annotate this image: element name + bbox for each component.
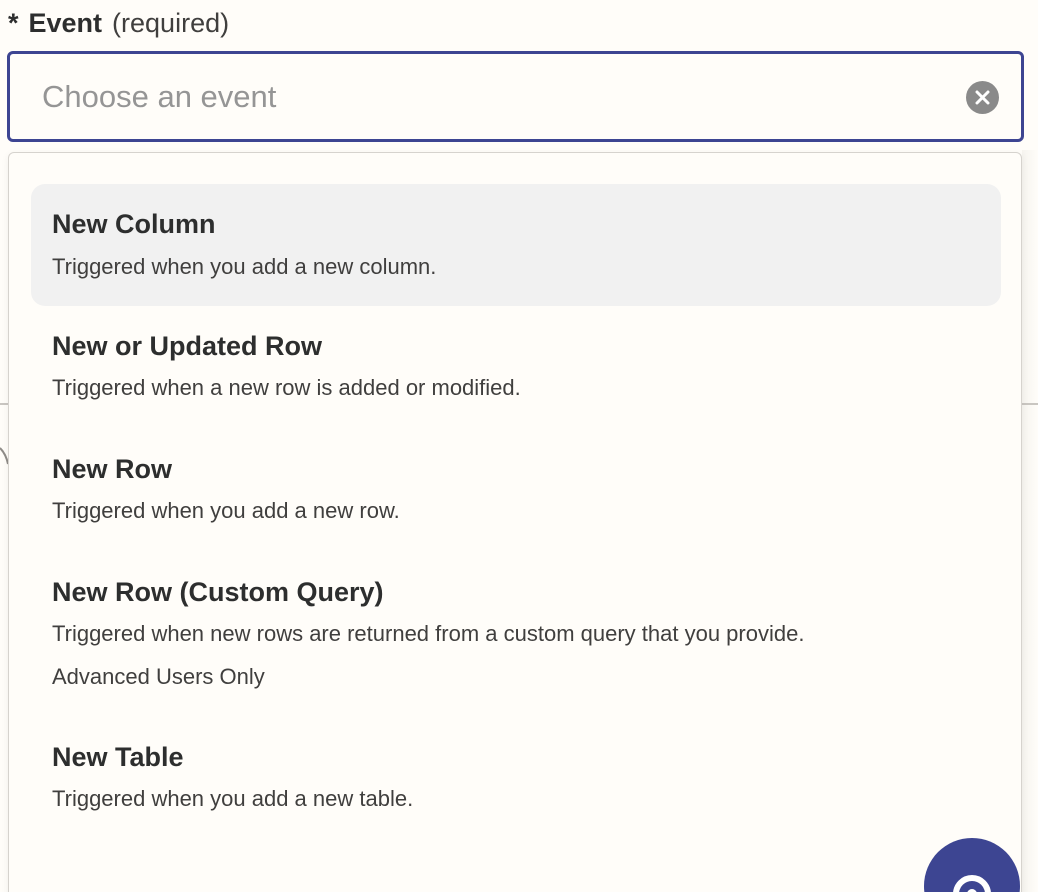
- event-options-dropdown: New Column Triggered when you add a new …: [8, 152, 1022, 892]
- option-title: New Row: [52, 454, 173, 484]
- option-new-or-updated-row[interactable]: New or Updated Row Triggered when a new …: [31, 324, 1001, 424]
- background-divider-right: [1022, 403, 1038, 405]
- option-description: Triggered when you add a new table.: [52, 786, 414, 811]
- event-field-label: * Event (required): [8, 6, 229, 40]
- option-new-column[interactable]: New Column Triggered when you add a new …: [31, 184, 1001, 306]
- option-title: New Column: [52, 209, 216, 239]
- option-title: New Row (Custom Query): [52, 577, 384, 607]
- option-title: New or Updated Row: [52, 331, 323, 361]
- option-description: Triggered when you add a new row.: [52, 498, 400, 523]
- option-description: Triggered when a new row is added or mod…: [52, 375, 521, 400]
- option-note: Advanced Users Only: [52, 664, 265, 689]
- page: * Event (required) New Column Triggered wh…: [0, 0, 1038, 892]
- required-hint: (required): [112, 8, 230, 38]
- close-circle-icon: [975, 90, 990, 105]
- required-asterisk: *: [8, 8, 19, 38]
- option-title: New Table: [52, 742, 184, 772]
- event-search-input[interactable]: [42, 54, 942, 139]
- clear-button[interactable]: [966, 81, 999, 114]
- option-new-row-custom-query[interactable]: New Row (Custom Query) Triggered when ne…: [31, 570, 1001, 710]
- option-new-table[interactable]: New Table Triggered when you add a new t…: [31, 735, 1001, 835]
- option-new-row[interactable]: New Row Triggered when you add a new row…: [31, 447, 1001, 547]
- event-select[interactable]: [7, 51, 1024, 142]
- background-panel-edge: [1022, 150, 1038, 892]
- option-description: Triggered when new rows are returned fro…: [52, 621, 805, 646]
- option-description: Triggered when you add a new column.: [52, 254, 437, 279]
- help-chat-icon: [953, 875, 991, 892]
- field-label-text: Event: [28, 8, 103, 38]
